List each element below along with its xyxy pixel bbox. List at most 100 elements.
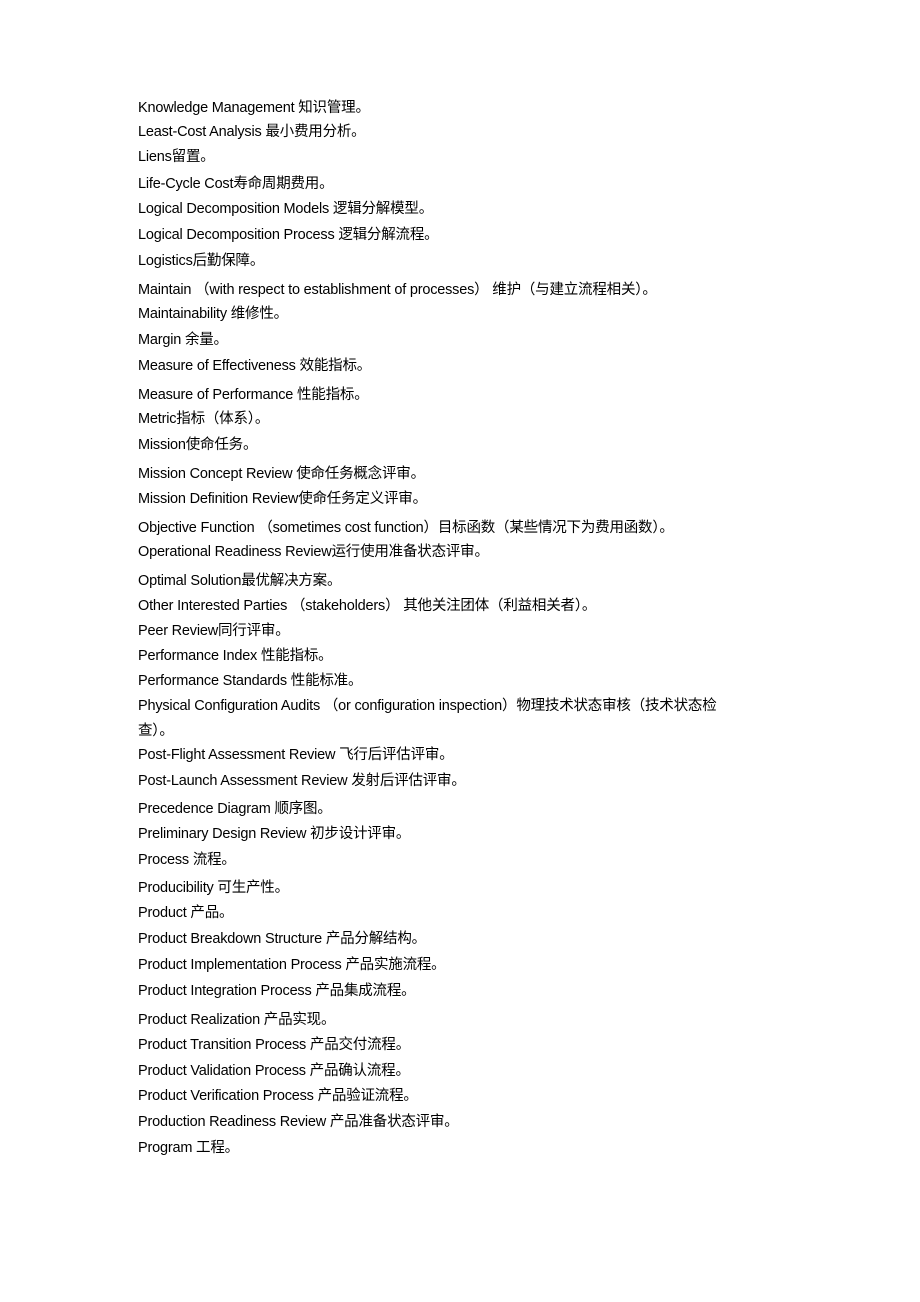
glossary-entry: Production Readiness Review 产品准备状态评审。 <box>138 1113 459 1131</box>
term-english: Measure of Effectiveness <box>138 358 300 374</box>
term-english: Product Validation Process <box>138 1063 310 1079</box>
glossary-entry: Measure of Effectiveness 效能指标。 <box>138 357 371 375</box>
term-english: Objective Function （sometimes cost funct… <box>138 520 438 536</box>
term-english: Program <box>138 1140 197 1156</box>
term-chinese: 留置。 <box>171 149 215 165</box>
term-english: Production Readiness Review <box>138 1114 330 1130</box>
term-chinese: 同行评审。 <box>218 623 290 639</box>
term-english: Mission <box>138 437 186 453</box>
term-chinese: 性能标准。 <box>290 673 363 689</box>
glossary-entry: Post-Launch Assessment Review 发射后评估评审。 <box>138 772 466 790</box>
term-english: Product Transition Process <box>138 1037 310 1053</box>
term-chinese: 初步设计评审。 <box>310 826 411 842</box>
glossary-entry: Product Integration Process 产品集成流程。 <box>138 982 416 1000</box>
term-chinese: 产品。 <box>190 905 234 921</box>
glossary-entry: Life-Cycle Cost寿命周期费用。 <box>138 175 334 193</box>
term-english: Preliminary Design Review <box>138 826 311 842</box>
glossary-entry: Preliminary Design Review 初步设计评审。 <box>138 825 410 843</box>
glossary-entry: Optimal Solution最优解决方案。 <box>138 572 341 590</box>
glossary-entry: Liens留置。 <box>138 148 215 166</box>
glossary-entry: Post-Flight Assessment Review 飞行后评估评审。 <box>138 746 454 764</box>
term-chinese: 知识管理。 <box>298 100 370 116</box>
term-english: Logistics <box>138 253 193 269</box>
glossary-entry-continuation: 查）。 <box>138 722 174 740</box>
term-english: Post-Launch Assessment Review <box>138 773 352 789</box>
term-english: Knowledge Management <box>138 100 299 116</box>
term-chinese: 产品准备状态评审。 <box>329 1114 459 1130</box>
glossary-entry: Mission Definition Review使命任务定义评审。 <box>138 490 427 508</box>
term-chinese: 产品验证流程。 <box>317 1088 418 1104</box>
glossary-entry: Margin 余量。 <box>138 331 228 349</box>
term-chinese: 维修性。 <box>230 306 288 322</box>
term-english: Performance Index <box>138 648 261 664</box>
term-english: Product Implementation Process <box>138 957 346 973</box>
glossary-entry: Maintain （with respect to establishment … <box>138 281 657 299</box>
glossary-entry: Logical Decomposition Models 逻辑分解模型。 <box>138 200 433 218</box>
term-chinese: 指标（体系）。 <box>176 411 270 427</box>
term-chinese: 发射后评估评审。 <box>351 773 466 789</box>
glossary-entry: Performance Index 性能指标。 <box>138 647 333 665</box>
glossary-entry: Product Transition Process 产品交付流程。 <box>138 1036 410 1054</box>
term-chinese: 余量。 <box>184 332 228 348</box>
glossary-entry: Knowledge Management 知识管理。 <box>138 99 370 117</box>
term-english: Logical Decomposition Models <box>138 201 333 217</box>
glossary-entry: Process 流程。 <box>138 851 236 869</box>
term-english: Physical Configuration Audits （or config… <box>138 698 517 714</box>
term-chinese: 产品实施流程。 <box>345 957 446 973</box>
term-chinese: 使命任务概念评审。 <box>296 466 425 482</box>
term-english: Mission Concept Review <box>138 466 297 482</box>
term-chinese: 逻辑分解流程。 <box>338 227 439 243</box>
term-chinese: 最小费用分析。 <box>265 124 366 140</box>
term-chinese: 效能指标。 <box>299 358 372 374</box>
glossary-entry: Producibility 可生产性。 <box>138 879 289 897</box>
term-english: Operational Readiness Review <box>138 544 332 560</box>
term-english: Mission Definition Review <box>138 491 299 507</box>
glossary-entry: Product Implementation Process 产品实施流程。 <box>138 956 446 974</box>
term-chinese: 产品集成流程。 <box>315 983 416 999</box>
glossary-entry: Metric指标（体系）。 <box>138 410 269 428</box>
glossary-entry: Measure of Performance 性能指标。 <box>138 386 369 404</box>
glossary-entry: Product 产品。 <box>138 904 234 922</box>
term-chinese: 产品交付流程。 <box>309 1037 411 1053</box>
term-chinese: 性能指标。 <box>260 648 333 664</box>
term-english: Product Verification Process <box>138 1088 318 1104</box>
term-chinese: 后勤保障。 <box>192 253 265 269</box>
term-chinese: 维护（与建立流程相关）。 <box>492 282 657 298</box>
term-english: Measure of Performance <box>138 387 297 403</box>
term-english: Maintainability <box>138 306 231 322</box>
glossary-entry: Physical Configuration Audits （or config… <box>138 697 717 715</box>
glossary-entry: Mission使命任务。 <box>138 436 257 454</box>
term-chinese: 使命任务定义评审。 <box>298 491 427 507</box>
glossary-entry: Logistics后勤保障。 <box>138 252 264 270</box>
term-chinese: 目标函数（某些情况下为费用函数）。 <box>437 520 674 536</box>
glossary-entry: Product Breakdown Structure 产品分解结构。 <box>138 930 426 948</box>
glossary-entry: Logical Decomposition Process 逻辑分解流程。 <box>138 226 439 244</box>
glossary-entry: Peer Review同行评审。 <box>138 622 290 640</box>
term-chinese: 可生产性。 <box>217 880 289 896</box>
term-english: Producibility <box>138 880 218 896</box>
term-english: Performance Standards <box>138 673 291 689</box>
term-english: Maintain （with respect to establishment … <box>138 282 493 298</box>
term-chinese: 产品确认流程。 <box>309 1063 410 1079</box>
glossary-entry: Program 工程。 <box>138 1139 239 1157</box>
glossary-entry: Precedence Diagram 顺序图。 <box>138 800 332 818</box>
term-english: Product Integration Process <box>138 983 316 999</box>
term-english: Peer Review <box>138 623 218 639</box>
term-english: Product Breakdown Structure <box>138 931 326 947</box>
glossary-entry: Other Interested Parties （stakeholders） … <box>138 597 596 615</box>
glossary-entry: Objective Function （sometimes cost funct… <box>138 519 674 537</box>
term-chinese: 顺序图。 <box>274 801 332 817</box>
term-english: Product Realization <box>138 1012 264 1028</box>
term-english: Precedence Diagram <box>138 801 275 817</box>
term-chinese: 运行使用准备状态评审。 <box>331 544 489 560</box>
term-chinese: 产品分解结构。 <box>325 931 426 947</box>
glossary-entry: Operational Readiness Review运行使用准备状态评审。 <box>138 543 489 561</box>
term-chinese: 性能指标。 <box>297 387 369 403</box>
term-english: Post-Flight Assessment Review <box>138 747 340 763</box>
term-chinese: 流程。 <box>192 852 236 868</box>
term-chinese: 查）。 <box>138 723 174 739</box>
term-english: Process <box>138 852 193 868</box>
glossary-entry: Maintainability 维修性。 <box>138 305 288 323</box>
term-chinese: 逻辑分解模型。 <box>332 201 433 217</box>
term-english: Metric <box>138 411 177 427</box>
